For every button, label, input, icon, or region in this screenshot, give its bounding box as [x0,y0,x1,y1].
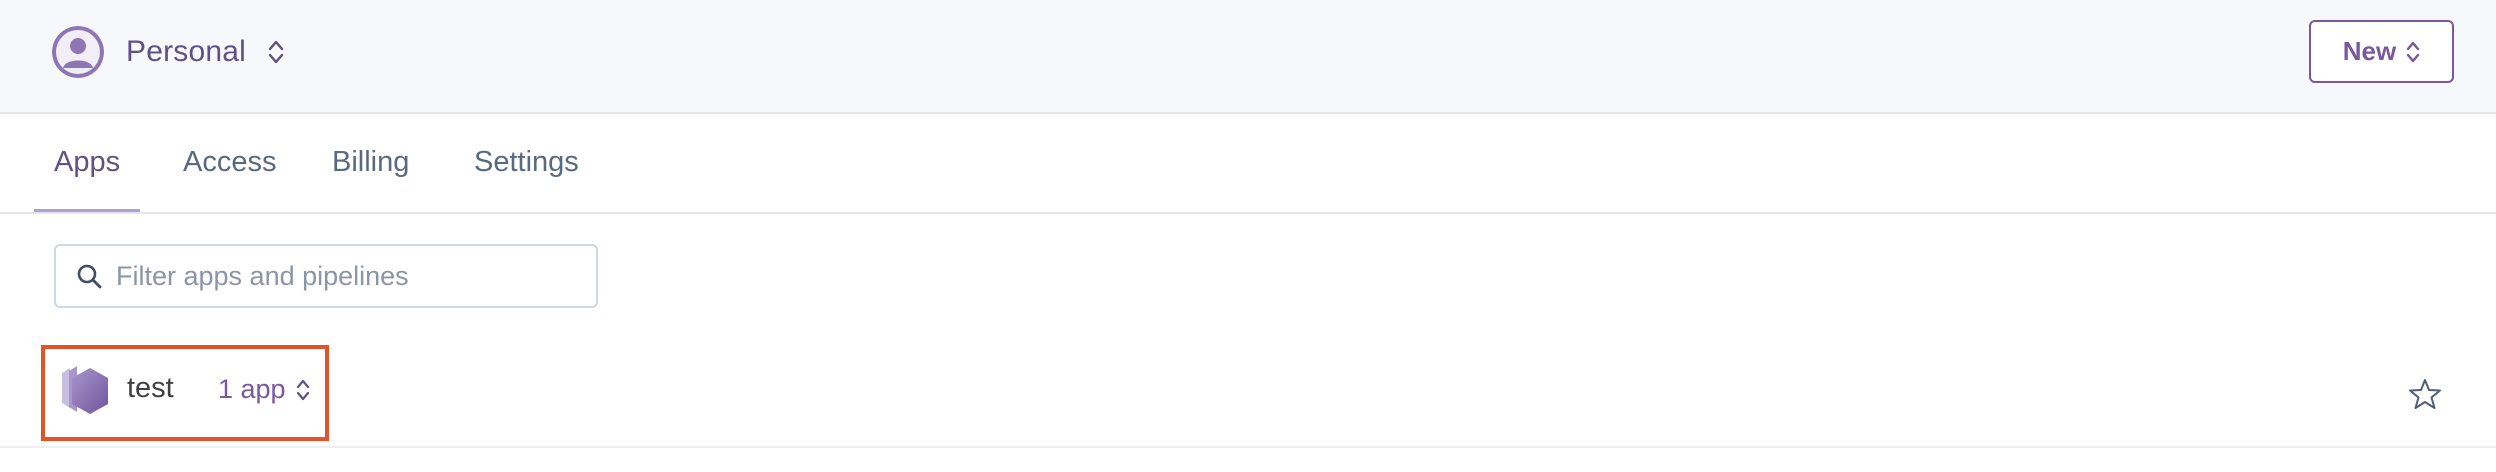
chevron-updown-icon [2407,41,2420,62]
filter-field[interactable] [54,244,598,308]
new-button-label: New [2342,36,2397,66]
tab-bar: Apps Access Billing Settings [0,114,2496,214]
tab-apps[interactable]: Apps [54,114,120,214]
chevron-updown-icon [268,40,284,64]
active-tab-indicator [34,209,140,212]
account-name: Personal [126,35,247,68]
search-icon [77,264,102,289]
app-count-label: 1 app [218,374,286,404]
tab-access[interactable]: Access [183,114,276,214]
app-count-toggle[interactable]: 1 app [218,374,310,405]
list-item[interactable] [0,336,2496,448]
user-avatar-icon [52,26,104,78]
chevron-updown-icon [296,379,309,400]
new-button[interactable]: New [2309,20,2454,83]
pipeline-icon [62,366,108,414]
tab-billing[interactable]: Billing [332,114,409,214]
account-switcher[interactable]: Personal [52,26,284,78]
tab-settings[interactable]: Settings [474,114,579,214]
pipeline-name[interactable]: test [127,372,174,405]
star-icon[interactable] [2408,377,2442,411]
account-header: Personal New [0,0,2496,114]
filter-input[interactable] [116,260,556,292]
